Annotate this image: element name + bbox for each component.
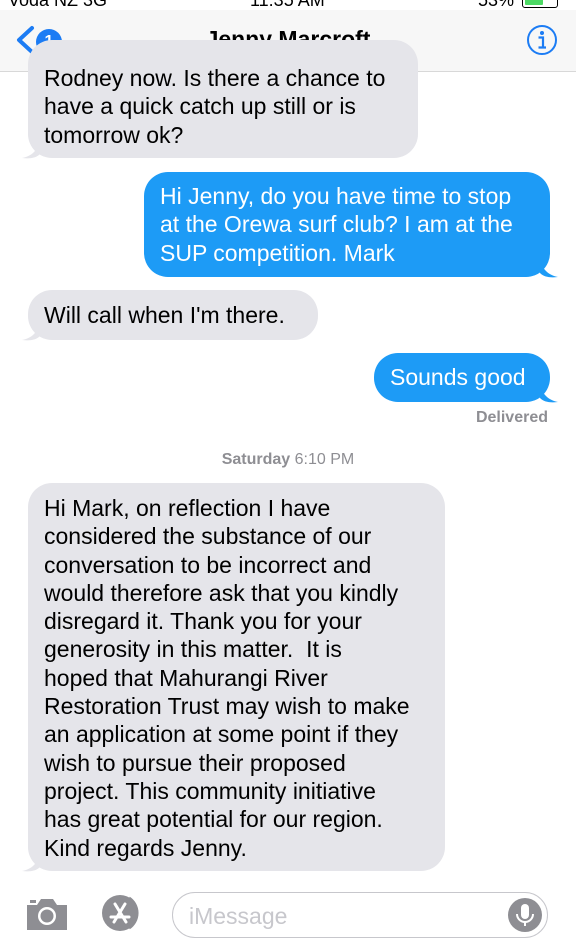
message-line: Will call when I'm there.: [44, 302, 285, 328]
status-bar: Voda NZ 3G 11:35 AM 53%: [0, 0, 576, 10]
bubble-tail: [540, 384, 558, 403]
battery-percent: 53%: [477, 0, 514, 10]
message-line: hoped that Mahurangi River: [44, 664, 328, 691]
message-line: at the Orewa surf club? I am at the: [160, 211, 513, 238]
bubble-tail: [22, 853, 40, 872]
input-placeholder: iMessage: [189, 903, 288, 929]
message-line: Sounds good: [390, 364, 526, 390]
message-input[interactable]: iMessage: [172, 892, 548, 938]
message-line: tomorrow ok?: [44, 121, 184, 148]
timestamp-time: 6:10 PM: [294, 451, 355, 468]
microphone-icon[interactable]: [507, 897, 543, 933]
message-line: have a quick catch up still or is: [44, 93, 356, 120]
message-line: Hi Jenny, do you have time to stop: [160, 183, 512, 209]
battery-icon: [522, 0, 558, 8]
message-line: Kind regards Jenny.: [44, 834, 247, 861]
message-line: generosity in this matter. It is: [44, 636, 342, 663]
message-bubble-incoming[interactable]: Hi Mark, on reflection I have considered…: [28, 483, 445, 871]
conversation-timestamp: Saturday 6:10 PM: [0, 451, 576, 469]
message-line: project. This community initiative: [44, 777, 376, 804]
clock: 11:35 AM: [250, 0, 325, 10]
delivery-status: Delivered: [475, 409, 548, 426]
bubble-tail: [22, 140, 40, 159]
camera-icon[interactable]: [24, 896, 70, 932]
timestamp-day: Saturday: [221, 451, 291, 468]
bubble-tail: [22, 322, 40, 341]
info-icon[interactable]: [526, 24, 558, 56]
message-bubble-incoming[interactable]: Rodney now. Is there a chance to have a …: [28, 40, 418, 158]
app-store-icon[interactable]: [97, 894, 147, 932]
message-line: an application at some point if they: [44, 721, 399, 748]
carrier-label: Voda NZ 3G: [8, 0, 108, 10]
message-line: considered the substance of our: [44, 523, 372, 550]
message-line: Restoration Trust may wish to make: [44, 693, 410, 720]
message-bubble-incoming[interactable]: Will call when I'm there.: [28, 290, 318, 340]
message-line: has great potential for our region.: [44, 806, 383, 833]
message-line: conversation to be incorrect and: [44, 551, 372, 578]
compose-bar: iMessage: [0, 880, 576, 940]
message-bubble-outgoing[interactable]: Sounds good: [374, 353, 550, 402]
message-line: disregard it. Thank you for your: [44, 608, 362, 635]
message-line: Hi Mark, on reflection I have: [44, 495, 331, 521]
message-line: SUP competition. Mark: [160, 239, 395, 266]
bubble-tail: [540, 259, 558, 278]
message-line: Rodney now. Is there a chance to: [44, 65, 386, 91]
battery-level: [525, 0, 544, 5]
message-line: wish to pursue their proposed: [44, 749, 346, 776]
message-line: would therefore ask that you kindly: [44, 579, 399, 606]
message-bubble-outgoing[interactable]: Hi Jenny, do you have time to stop at th…: [144, 172, 550, 277]
